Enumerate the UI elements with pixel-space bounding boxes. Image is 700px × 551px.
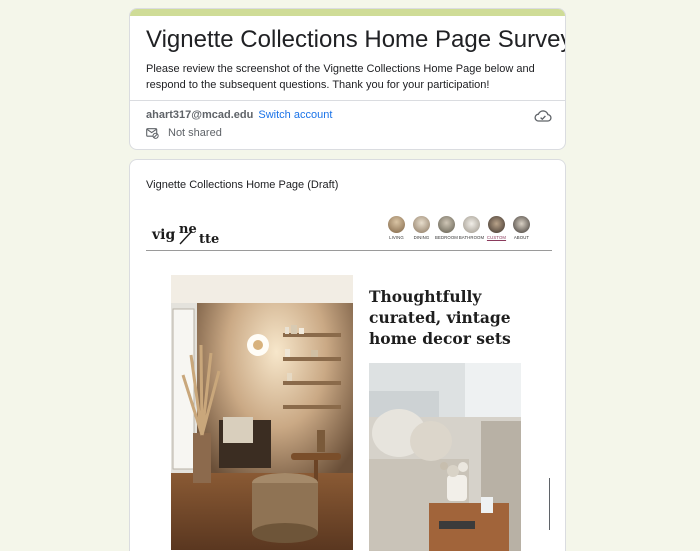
nav-dining[interactable]: DINING bbox=[411, 216, 432, 240]
screenshot-nav-divider bbox=[146, 250, 552, 251]
shared-status-text: Not shared bbox=[168, 127, 222, 139]
shared-status-row: Not shared bbox=[146, 127, 222, 139]
scroll-indicator bbox=[549, 478, 550, 530]
bedroom-thumbnail bbox=[438, 216, 455, 233]
switch-account-link[interactable]: Switch account bbox=[258, 109, 332, 121]
not-shared-icon bbox=[146, 128, 159, 139]
homepage-screenshot: vig ne tte LIVING DINING BEDROOM BATHROO… bbox=[146, 208, 552, 551]
nav-bathroom[interactable]: BATHROOM bbox=[458, 216, 485, 240]
living-room-photo bbox=[171, 275, 353, 550]
sofa-photo bbox=[369, 363, 521, 551]
nav-bedroom[interactable]: BEDROOM bbox=[435, 216, 458, 240]
question-card: Vignette Collections Home Page (Draft) v… bbox=[129, 159, 566, 551]
svg-text:tte: tte bbox=[199, 232, 219, 247]
form-title: Vignette Collections Home Page Survey bbox=[146, 26, 566, 53]
form-description: Please review the screenshot of the Vign… bbox=[146, 63, 535, 91]
account-email: ahart317@mcad.edu bbox=[146, 109, 254, 121]
question-title: Vignette Collections Home Page (Draft) bbox=[146, 179, 339, 191]
header-accent-bar bbox=[130, 9, 565, 16]
about-thumbnail bbox=[513, 216, 530, 233]
living-thumbnail bbox=[388, 216, 405, 233]
svg-text:vig: vig bbox=[151, 227, 175, 243]
bathroom-thumbnail bbox=[463, 216, 480, 233]
header-divider bbox=[130, 100, 565, 101]
cloud-saved-icon[interactable] bbox=[534, 109, 552, 123]
site-nav: LIVING DINING BEDROOM BATHROOM CUSTOM AB… bbox=[386, 216, 532, 240]
nav-label-living: LIVING bbox=[389, 235, 404, 240]
nav-about[interactable]: ABOUT bbox=[511, 216, 532, 240]
nav-label-about: ABOUT bbox=[513, 235, 530, 240]
nav-label-custom: CUSTOM bbox=[486, 235, 507, 240]
nav-custom[interactable]: CUSTOM bbox=[486, 216, 507, 240]
form-header-card: Vignette Collections Home Page Survey Pl… bbox=[129, 8, 566, 150]
dining-thumbnail bbox=[413, 216, 430, 233]
nav-living[interactable]: LIVING bbox=[386, 216, 407, 240]
nav-label-bedroom: BEDROOM bbox=[435, 235, 458, 240]
nav-label-bathroom: BATHROOM bbox=[458, 235, 485, 240]
nav-label-dining: DINING bbox=[413, 235, 430, 240]
account-row: ahart317@mcad.edu Switch account bbox=[146, 109, 332, 121]
custom-thumbnail bbox=[488, 216, 505, 233]
vignette-logo: vig ne tte bbox=[151, 222, 219, 247]
hero-headline: Thoughtfully curated, vintage home decor… bbox=[369, 287, 511, 348]
